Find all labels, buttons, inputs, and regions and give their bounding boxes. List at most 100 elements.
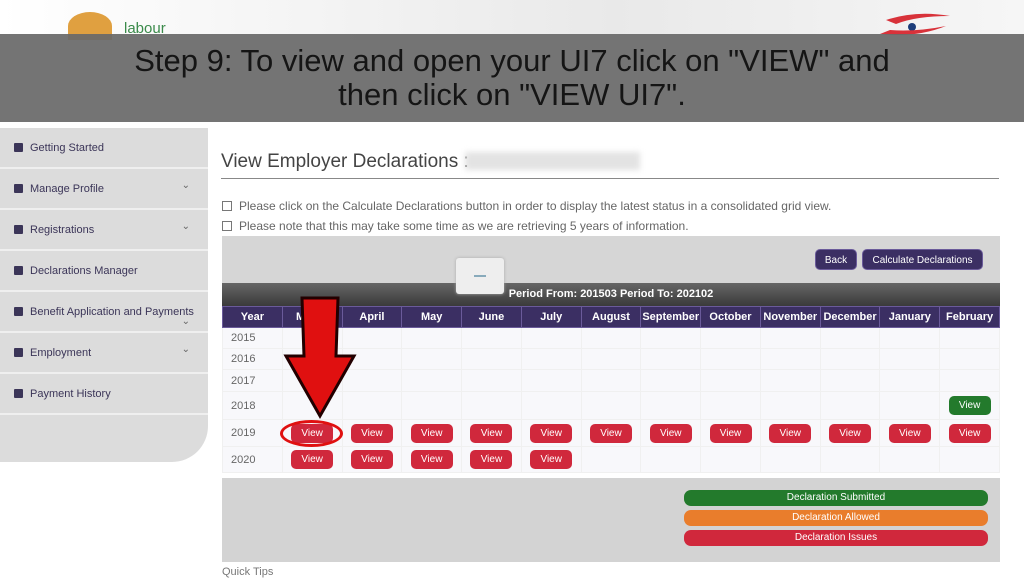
month-cell: View xyxy=(520,419,582,447)
month-cell xyxy=(759,446,821,473)
sidebar-item-label: Employment xyxy=(30,347,92,359)
view-button[interactable]: View xyxy=(470,450,513,469)
page-title: View Employer Declarations : xyxy=(221,151,469,172)
sidebar-item-getting-started[interactable]: Getting Started xyxy=(0,128,208,169)
year-cell: 2016 xyxy=(222,348,283,370)
month-cell xyxy=(759,391,821,420)
chevron-down-icon[interactable]: ⌄ xyxy=(182,344,190,355)
month-cell xyxy=(700,327,761,349)
sidebar-item-label: Registrations xyxy=(30,224,95,236)
column-header: January xyxy=(879,306,941,328)
month-cell xyxy=(520,391,582,420)
view-button[interactable]: View xyxy=(948,396,991,415)
checkbox-icon xyxy=(222,201,232,211)
view-button[interactable]: View xyxy=(410,450,453,469)
legend-allowed: Declaration Allowed xyxy=(684,510,988,526)
legend-issues: Declaration Issues xyxy=(684,530,988,546)
year-cell: 2015 xyxy=(222,327,283,349)
month-cell xyxy=(879,327,941,349)
month-cell: View xyxy=(281,446,343,473)
month-cell xyxy=(461,369,522,392)
view-button[interactable]: View xyxy=(589,423,632,443)
month-cell: View xyxy=(759,419,821,447)
month-cell xyxy=(939,369,1000,392)
list-icon xyxy=(14,225,23,234)
view-button[interactable]: View xyxy=(709,423,752,443)
column-header: December xyxy=(819,306,881,328)
sidebar-item-employment[interactable]: Employment ⌄ xyxy=(0,333,208,374)
month-cell xyxy=(819,348,881,370)
chevron-down-icon[interactable]: ⌄ xyxy=(182,180,190,191)
month-cell: View xyxy=(461,419,522,447)
table-row: 2020 View View View View View xyxy=(222,446,1000,473)
month-cell: View xyxy=(401,446,463,473)
month-cell xyxy=(401,348,463,370)
month-cell xyxy=(700,369,761,392)
view-button[interactable]: View xyxy=(829,423,872,443)
column-header: August xyxy=(580,306,642,328)
chevron-down-icon[interactable]: ⌄ xyxy=(182,316,190,327)
month-cell xyxy=(461,348,522,370)
year-cell: 2017 xyxy=(222,369,283,392)
month-cell xyxy=(879,391,941,420)
month-cell xyxy=(640,391,702,420)
redacted-employer-name xyxy=(465,152,640,170)
month-cell xyxy=(879,446,941,473)
month-cell xyxy=(819,327,881,349)
view-button[interactable]: View xyxy=(530,450,573,469)
back-button[interactable]: Back xyxy=(815,249,857,270)
month-cell xyxy=(819,369,881,392)
legend-submitted: Declaration Submitted xyxy=(684,490,988,506)
month-cell xyxy=(461,327,522,349)
month-cell xyxy=(401,327,463,349)
view-button[interactable]: View xyxy=(769,423,812,443)
view-button[interactable]: View xyxy=(948,423,991,443)
month-cell: View xyxy=(580,419,642,447)
month-cell xyxy=(640,327,702,349)
tutorial-caption: Step 9: To view and open your UI7 click … xyxy=(0,34,1024,122)
view-button[interactable]: View xyxy=(350,423,393,443)
red-arrow-annotation xyxy=(283,296,357,420)
view-button[interactable]: View xyxy=(410,423,453,443)
month-cell xyxy=(461,391,522,420)
month-cell: View xyxy=(341,419,403,447)
view-button[interactable]: View xyxy=(470,423,513,443)
chevron-down-icon[interactable]: ⌄ xyxy=(182,221,190,232)
month-cell xyxy=(580,446,642,473)
sidebar-item-payment-history[interactable]: Payment History xyxy=(0,374,208,415)
month-cell xyxy=(580,369,642,392)
sitemap-icon xyxy=(14,184,23,193)
sidebar-item-declarations-manager[interactable]: Declarations Manager xyxy=(0,251,208,292)
year-cell: 2020 xyxy=(222,446,283,473)
month-cell: View xyxy=(700,419,761,447)
view-button[interactable]: View xyxy=(888,423,931,443)
sidebar-item-benefit-application-and-payments[interactable]: Benefit Application and Payments ⌄ xyxy=(0,292,208,333)
column-header: July xyxy=(520,306,582,328)
sidebar-item-label: Manage Profile xyxy=(30,183,104,195)
calculate-declarations-button[interactable]: Calculate Declarations xyxy=(862,249,983,270)
view-button[interactable]: View xyxy=(291,450,334,469)
sidebar-item-label: Payment History xyxy=(30,388,111,400)
column-header: May xyxy=(401,306,463,328)
month-cell xyxy=(700,446,761,473)
column-header: Year xyxy=(222,306,283,328)
sidebar-item-label: Getting Started xyxy=(30,142,104,154)
month-cell xyxy=(520,327,582,349)
sidebar-item-registrations[interactable]: Registrations ⌄ xyxy=(0,210,208,251)
month-cell: View xyxy=(640,419,702,447)
document-icon xyxy=(14,307,23,316)
month-cell xyxy=(759,348,821,370)
view-button[interactable]: View xyxy=(350,450,393,469)
month-cell xyxy=(640,348,702,370)
user-icon xyxy=(14,348,23,357)
month-cell xyxy=(401,391,463,420)
month-cell: View xyxy=(819,419,881,447)
sidebar-item-manage-profile[interactable]: Manage Profile ⌄ xyxy=(0,169,208,210)
month-cell xyxy=(819,391,881,420)
month-cell xyxy=(640,446,702,473)
month-cell xyxy=(759,369,821,392)
view-button[interactable]: View xyxy=(649,423,692,443)
view-button[interactable]: View xyxy=(530,423,573,443)
note-text: Please click on the Calculate Declaratio… xyxy=(239,199,832,213)
quick-tips: Quick Tips xyxy=(222,566,274,578)
